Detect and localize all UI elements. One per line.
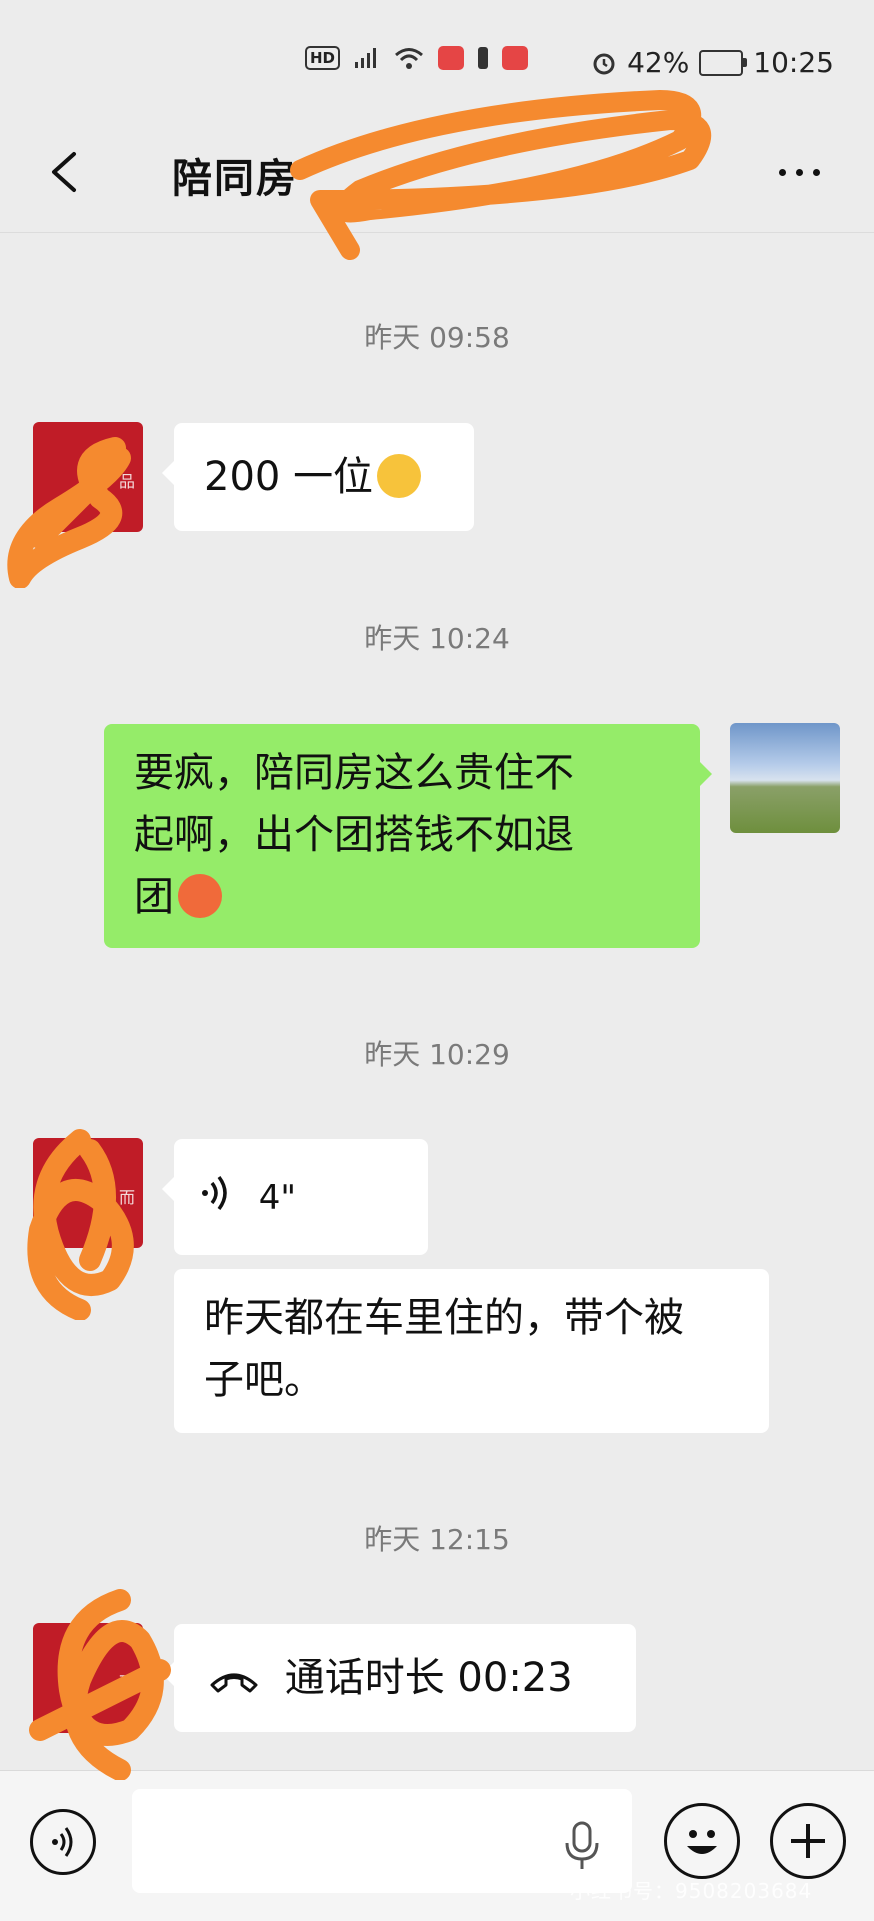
timestamp: 昨天 10:24 — [364, 622, 510, 655]
timestamp: 昨天 10:29 — [364, 1038, 510, 1071]
battery-icon — [699, 49, 748, 76]
timestamp: 昨天 09:58 — [364, 321, 510, 354]
loudly-crying-face-icon — [377, 454, 422, 498]
phone-hangup-icon — [210, 1673, 258, 1693]
angry-sweat-face-icon — [178, 874, 222, 918]
watermark: 小红书号：9508203684 — [570, 1879, 813, 1903]
voice-wave-icon — [202, 1175, 227, 1211]
contact-avatar[interactable]: 而 — [33, 1623, 143, 1733]
more-dots-icon — [778, 168, 786, 176]
alarm-icon — [593, 53, 615, 74]
emoji-button[interactable] — [664, 1803, 740, 1879]
message-bubble[interactable]: 200 一位 — [162, 423, 474, 531]
message-line: 团 — [134, 874, 174, 920]
message-bubble[interactable]: 昨天都在车里住的，带个被 子吧。 — [174, 1269, 769, 1433]
status-right: 42% 10:25 — [591, 46, 834, 79]
back-button[interactable] — [38, 142, 98, 202]
chevron-left-icon — [52, 152, 76, 192]
emoji-face-icon — [687, 1830, 717, 1854]
own-avatar[interactable] — [730, 723, 840, 833]
hd-indicator: HD — [305, 46, 341, 70]
contact-avatar[interactable]: 品 — [33, 422, 143, 532]
timestamp: 昨天 12:15 — [364, 1523, 510, 1556]
signal-icon — [355, 48, 377, 68]
message-input[interactable] — [132, 1789, 632, 1893]
message-line: 起啊，出个团搭钱不如退 — [134, 812, 574, 858]
message-line: 昨天都在车里住的，带个被 — [204, 1295, 684, 1341]
chat-header: 陪同房 — [0, 120, 874, 233]
contact-avatar[interactable]: 而 — [33, 1138, 143, 1248]
microphone-icon — [565, 1821, 599, 1869]
message-line: 子吧。 — [204, 1357, 324, 1403]
small-indicator-icon — [478, 47, 489, 69]
voice-input-icon — [52, 1827, 73, 1857]
voice-duration: 4" — [258, 1178, 296, 1218]
own-message-bubble[interactable]: 要疯，陪同房这么贵住不 起啊，出个团搭钱不如退 团 — [104, 724, 712, 948]
message-text: 200 一位 — [204, 454, 374, 500]
call-duration-text: 通话时长 00:23 — [284, 1655, 573, 1701]
plus-icon — [791, 1824, 825, 1858]
microphone-button[interactable] — [560, 1821, 604, 1871]
status-icons: HD — [305, 46, 529, 70]
voice-message-bubble[interactable]: 4" — [162, 1139, 428, 1255]
clock: 10:25 — [753, 46, 834, 79]
notification-app-icon — [438, 46, 465, 70]
call-record-bubble[interactable]: 通话时长 00:23 — [162, 1624, 636, 1732]
chat-title: 陪同房 — [172, 156, 298, 202]
battery-percent: 42% — [627, 46, 690, 79]
notification-app-icon-2 — [502, 46, 529, 70]
status-bar: HD 42% 10:25 — [0, 0, 874, 130]
plus-button[interactable] — [770, 1803, 846, 1879]
wifi-icon — [395, 48, 423, 69]
more-button[interactable] — [764, 142, 834, 202]
voice-input-button[interactable] — [30, 1809, 96, 1875]
message-line: 要疯，陪同房这么贵住不 — [134, 750, 574, 796]
